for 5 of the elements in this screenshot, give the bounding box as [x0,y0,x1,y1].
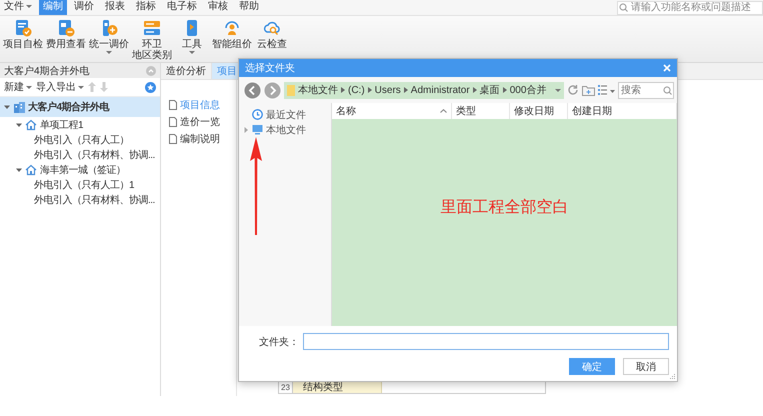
field-label: 文件夹： [259,336,299,348]
annotation-text: 里面工程全部空白 [440,198,568,218]
table-cell: 结构类型 [293,382,382,393]
panel-title: 大客户4期合并外电 [4,64,90,78]
dialog-title: 选择文件夹 [245,62,295,75]
